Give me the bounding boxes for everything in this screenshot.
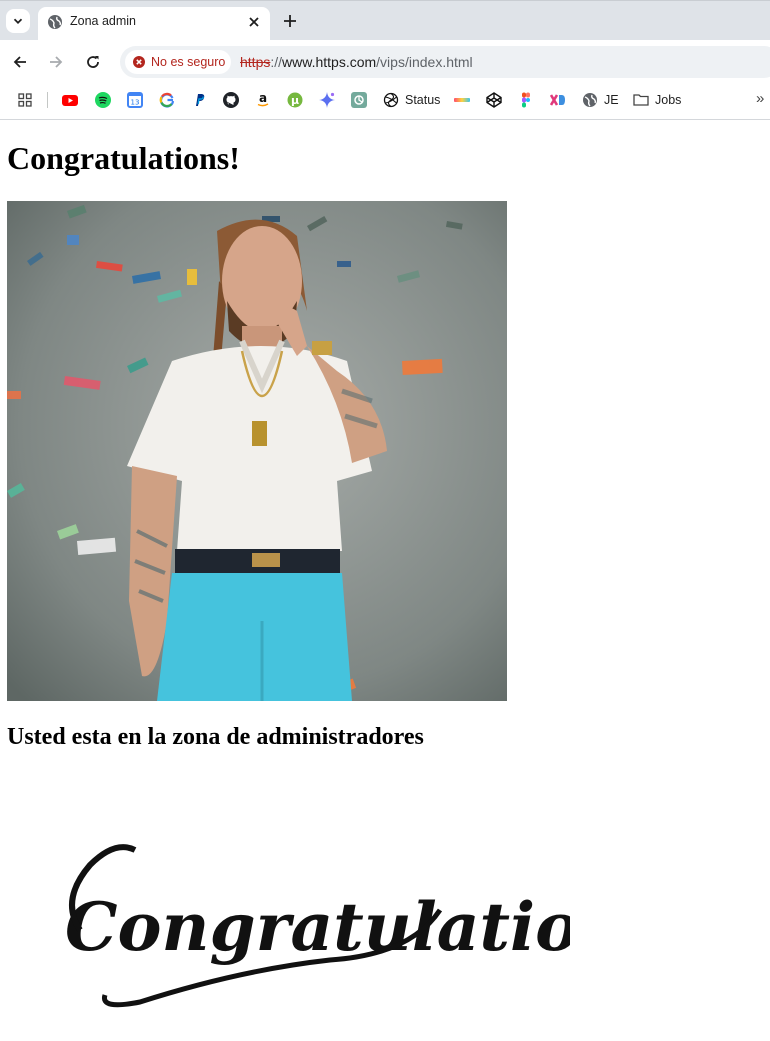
- url-separator: ://: [270, 54, 283, 70]
- new-tab-icon[interactable]: [282, 13, 298, 29]
- bookmark-google[interactable]: [159, 92, 175, 108]
- bookmark-calendar[interactable]: 13: [127, 92, 143, 108]
- utorrent-icon: µ: [287, 92, 303, 108]
- tab-search-button[interactable]: [6, 9, 30, 33]
- apps-grid-icon: [18, 93, 32, 107]
- lettering-text: Congratulations!: [65, 888, 570, 966]
- bookmark-status[interactable]: Status: [383, 92, 440, 108]
- security-label: No es seguro: [151, 55, 226, 69]
- celebration-photo: [7, 201, 507, 701]
- bookmark-folder-jobs[interactable]: Jobs: [633, 92, 681, 108]
- bookmark-gradient[interactable]: [454, 92, 470, 108]
- codepen-icon: [486, 92, 502, 108]
- active-tab[interactable]: Zona admin: [38, 7, 270, 41]
- tab-title: Zona admin: [70, 14, 137, 28]
- bookmark-je[interactable]: JE: [582, 92, 619, 108]
- security-chip[interactable]: No es seguro: [125, 50, 231, 74]
- xd-icon: [550, 94, 565, 106]
- bookmark-gemini[interactable]: [319, 92, 335, 108]
- figma-icon: [522, 92, 530, 108]
- reload-icon[interactable]: [85, 54, 101, 70]
- not-secure-icon: [133, 56, 145, 68]
- bookmark-label-jobs: Jobs: [655, 93, 682, 107]
- paypal-icon: [196, 94, 205, 106]
- svg-text:13: 13: [131, 99, 140, 107]
- url-host: www.https.com: [282, 54, 377, 70]
- bookmarks-separator: [47, 92, 48, 108]
- bookmark-codepen[interactable]: [486, 92, 502, 108]
- bookmark-apps[interactable]: [17, 92, 33, 108]
- globe-icon: [583, 93, 597, 107]
- back-arrow-icon[interactable]: [12, 54, 28, 70]
- google-icon: [159, 92, 175, 108]
- openai-icon: [383, 92, 399, 108]
- url-scheme: https: [240, 54, 271, 70]
- bookmarks-overflow-button[interactable]: »: [756, 90, 764, 107]
- bookmark-paypal[interactable]: [191, 92, 207, 108]
- bookmark-amazon[interactable]: a: [255, 92, 271, 108]
- forward-arrow-icon[interactable]: [48, 54, 64, 70]
- man-with-confetti-illustration: [7, 201, 507, 701]
- congratulations-lettering-illustration: Congratulations!: [65, 844, 570, 1008]
- github-icon: [223, 92, 239, 108]
- gemini-icon: [319, 92, 335, 108]
- url-text[interactable]: https://www.https.com/vips/index.html: [240, 54, 473, 70]
- youtube-icon: [62, 95, 78, 106]
- chatgpt-icon: [351, 92, 367, 108]
- bookmark-chatgpt[interactable]: [351, 92, 367, 108]
- bookmark-spotify[interactable]: [95, 92, 111, 108]
- calendar-icon: 13: [127, 92, 143, 108]
- bookmark-figma[interactable]: [518, 92, 534, 108]
- bookmark-youtube[interactable]: [62, 92, 78, 108]
- bookmark-label-je: JE: [604, 93, 619, 107]
- bookmark-github[interactable]: [223, 92, 239, 108]
- bookmarks-bar: 13 a µ Status JE Jobs »: [0, 84, 770, 120]
- gradient-bar-icon: [454, 98, 470, 102]
- close-tab-icon[interactable]: [247, 15, 261, 29]
- bookmark-label-status: Status: [405, 93, 441, 107]
- spotify-icon: [95, 92, 111, 108]
- folder-icon: [633, 94, 649, 106]
- tab-strip: Zona admin: [0, 0, 770, 41]
- amazon-icon: a: [257, 92, 269, 107]
- address-bar[interactable]: No es seguro https://www.https.com/vips/…: [120, 46, 770, 78]
- admin-zone-message: Usted esta en la zona de administradores: [7, 724, 424, 750]
- svg-text:µ: µ: [291, 94, 299, 107]
- globe-favicon-icon: [48, 15, 62, 29]
- url-path: /vips/index.html: [376, 54, 473, 70]
- bookmark-xd[interactable]: [550, 92, 566, 108]
- svg-text:a: a: [259, 92, 267, 105]
- bookmark-utorrent[interactable]: µ: [287, 92, 303, 108]
- chevron-down-icon: [13, 18, 23, 24]
- browser-toolbar: No es seguro https://www.https.com/vips/…: [0, 40, 770, 84]
- page-title: Congratulations!: [7, 140, 240, 176]
